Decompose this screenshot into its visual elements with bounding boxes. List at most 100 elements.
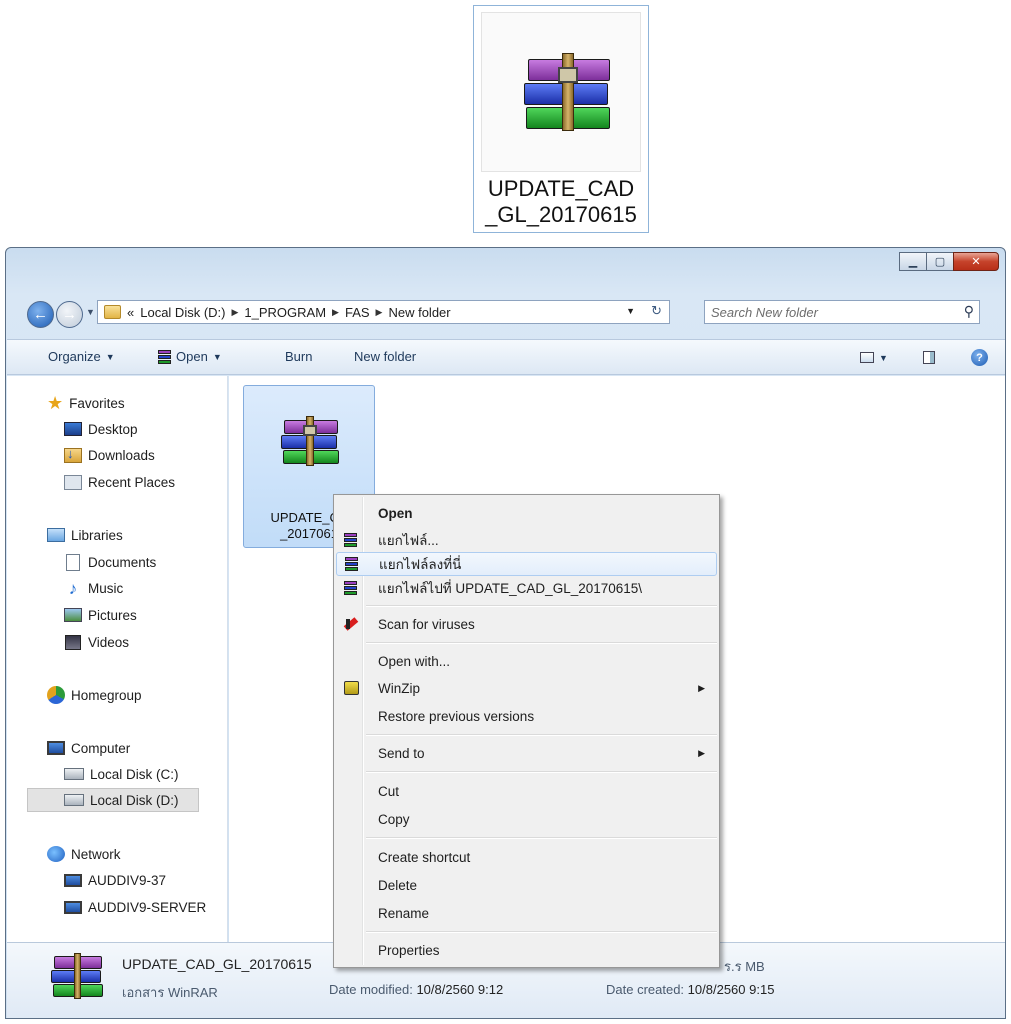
star-icon: ★ (47, 393, 64, 413)
folder-icon (104, 305, 121, 319)
nav-local-disk-c[interactable]: Local Disk (C:) (64, 762, 179, 786)
nav-network[interactable]: Network (47, 842, 121, 866)
nav-computer[interactable]: Computer (47, 736, 130, 760)
search-input[interactable]: Search New folder ⚲ (704, 300, 980, 324)
menu-separator (366, 931, 717, 933)
breadcrumb-disk-d[interactable]: Local Disk (D:) (140, 305, 225, 320)
menu-item-scan-for-viruses[interactable]: Scan for viruses (336, 612, 717, 636)
nav-favorites[interactable]: ★ Favorites (47, 391, 125, 415)
winrar-icon (344, 581, 357, 595)
menu-label: Delete (378, 877, 418, 893)
menu-item-extract-files[interactable]: แยกไฟล์... (336, 528, 717, 552)
nav-label: Local Disk (C:) (90, 766, 179, 782)
nav-label: Libraries (71, 527, 123, 543)
address-bar[interactable]: « Local Disk (D:) ▶ 1_PROGRAM ▶ FAS ▶ Ne… (97, 300, 670, 324)
videos-icon (65, 634, 81, 650)
nav-label: Recent Places (88, 474, 176, 490)
menu-label: Copy (378, 811, 410, 827)
nav-music[interactable]: ♪ Music (64, 576, 124, 600)
chevron-right-icon[interactable]: ▶ (332, 307, 339, 318)
menu-item-winzip[interactable]: WinZip ▶ (336, 676, 717, 700)
details-date-modified: Date modified: 10/8/2560 9:12 (329, 982, 504, 997)
refresh-icon[interactable]: ↻ (651, 303, 662, 319)
menu-separator (366, 771, 717, 773)
nav-label: AUDDIV9-37 (88, 872, 167, 888)
antivirus-icon (344, 617, 358, 631)
view-icon (860, 352, 874, 363)
search-icon[interactable]: ⚲ (964, 303, 974, 320)
minimize-button[interactable]: ▁ (899, 252, 927, 271)
breadcrumb-new-folder[interactable]: New folder (388, 305, 450, 320)
nav-libraries[interactable]: Libraries (47, 523, 123, 547)
menu-label: Send to (378, 745, 425, 761)
libraries-icon (47, 528, 65, 542)
winrar-archive-icon (522, 53, 612, 133)
breadcrumb-overflow[interactable]: « (127, 305, 134, 320)
nav-label: Homegroup (71, 687, 142, 703)
preview-pane-button[interactable] (923, 351, 935, 364)
nav-documents[interactable]: Documents (64, 550, 156, 574)
back-button[interactable]: ← (27, 301, 54, 328)
chevron-down-icon: ▼ (879, 352, 888, 363)
menu-label: แยกไฟล์ไปที่ UPDATE_CAD_GL_20170615\ (378, 581, 643, 596)
details-date-created: Date created: 10/8/2560 9:15 (606, 982, 775, 997)
help-button[interactable]: ? (971, 349, 988, 366)
chevron-right-icon[interactable]: ▶ (376, 307, 383, 318)
nav-homegroup[interactable]: Homegroup (47, 683, 142, 707)
nav-videos[interactable]: Videos (64, 630, 129, 654)
new-folder-button[interactable]: New folder (354, 349, 416, 364)
maximize-button[interactable]: ▢ (926, 252, 954, 271)
nav-pictures[interactable]: Pictures (64, 603, 137, 627)
menu-label: Properties (378, 942, 440, 958)
nav-label: Desktop (88, 421, 138, 437)
menu-item-cut[interactable]: Cut (336, 779, 717, 803)
chevron-right-icon[interactable]: ▶ (231, 307, 238, 318)
change-view-button[interactable]: ▼ (860, 352, 888, 363)
close-button[interactable]: ✕ (953, 252, 999, 271)
menu-label: Restore previous versions (378, 708, 535, 724)
menu-item-send-to[interactable]: Send to ▶ (336, 741, 717, 765)
homegroup-icon (47, 686, 65, 704)
rar-thumbnail (481, 12, 641, 172)
menu-label: Cut (378, 783, 400, 799)
menu-item-create-shortcut[interactable]: Create shortcut (336, 845, 717, 869)
desktop-icon (64, 422, 82, 436)
menu-item-rename[interactable]: Rename (336, 901, 717, 925)
menu-label: Scan for viruses (378, 616, 475, 632)
menu-item-extract-here[interactable]: แยกไฟล์ลงที่นี่ (336, 552, 717, 576)
open-button[interactable]: Open ▼ (158, 349, 222, 364)
menu-item-delete[interactable]: Delete (336, 873, 717, 897)
title-bar[interactable]: ▁ ▢ ✕ (6, 248, 1005, 294)
winrar-icon (345, 557, 358, 571)
menu-separator (366, 605, 717, 607)
address-dropdown-icon[interactable]: ▼ (626, 306, 635, 316)
menu-item-open-with[interactable]: Open with... (336, 649, 717, 673)
network-icon (47, 846, 65, 862)
nav-local-disk-d[interactable]: Local Disk (D:) (27, 788, 199, 812)
nav-desktop[interactable]: Desktop (64, 417, 138, 441)
nav-downloads[interactable]: Downloads (64, 443, 155, 467)
computer-icon (47, 741, 65, 755)
burn-button[interactable]: Burn (285, 349, 312, 364)
menu-item-properties[interactable]: Properties (336, 938, 717, 962)
breadcrumb-fas[interactable]: FAS (345, 305, 370, 320)
organize-button[interactable]: Organize ▼ (48, 349, 115, 364)
nav-auddiv9-server[interactable]: AUDDIV9-SERVER (64, 895, 206, 919)
submenu-arrow-icon: ▶ (698, 682, 705, 693)
nav-auddiv9-37[interactable]: AUDDIV9-37 (64, 868, 166, 892)
recent-pages-dropdown[interactable]: ▼ (86, 307, 95, 317)
menu-item-copy[interactable]: Copy (336, 807, 717, 831)
forward-button[interactable]: → (56, 301, 83, 328)
winzip-icon (344, 681, 359, 695)
new-folder-label: New folder (354, 349, 417, 364)
winrar-icon (344, 533, 357, 547)
breadcrumb-1-program[interactable]: 1_PROGRAM (244, 305, 326, 320)
large-file-icon-tile[interactable]: UPDATE_CAD _GL_20170615 (473, 5, 649, 233)
organize-label: Organize (48, 349, 101, 364)
nav-recent-places[interactable]: Recent Places (64, 470, 175, 494)
nav-label: Local Disk (D:) (90, 792, 179, 808)
menu-item-restore-previous-versions[interactable]: Restore previous versions (336, 704, 717, 728)
menu-item-extract-to-folder[interactable]: แยกไฟล์ไปที่ UPDATE_CAD_GL_20170615\ (336, 576, 717, 600)
nav-label: Favorites (69, 395, 125, 411)
menu-item-open[interactable]: Open (336, 501, 717, 525)
